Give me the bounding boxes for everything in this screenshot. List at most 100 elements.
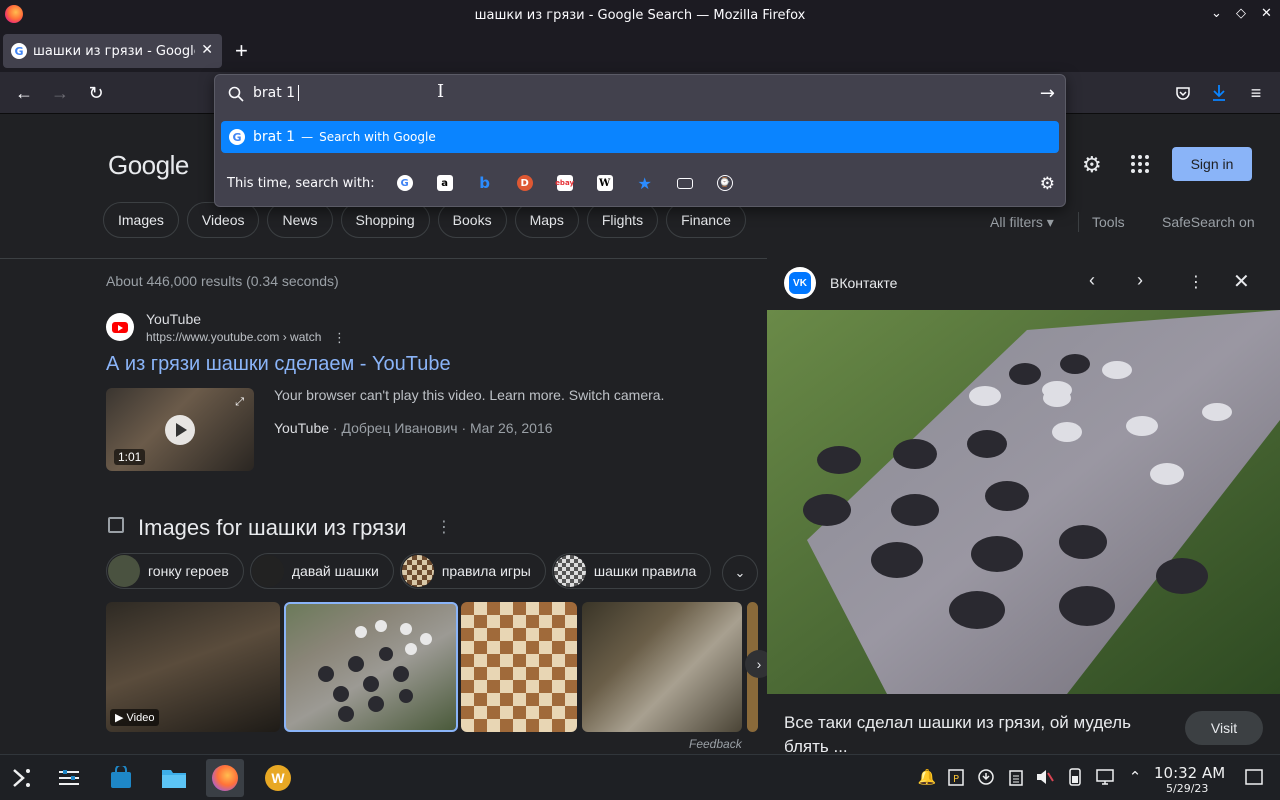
urlbar-input[interactable]: brat 1	[253, 85, 300, 101]
google-logo[interactable]: Google	[108, 150, 189, 181]
close-icon[interactable]: ✕	[1233, 269, 1250, 294]
image-chip[interactable]: шашки правила	[551, 553, 712, 589]
device-icon[interactable]	[1066, 768, 1084, 786]
video-duration: 1:01	[114, 449, 146, 465]
engines-label: This time, search with:	[227, 175, 375, 191]
video-thumbnail[interactable]: ⤢ 1:01	[106, 388, 254, 471]
image-chip[interactable]: гонку героев	[106, 553, 244, 589]
google-results-page: Google ⚙ Sign in Images Videos News Shop…	[0, 114, 1280, 756]
image-result[interactable]	[582, 602, 742, 732]
chip-flights[interactable]: Flights	[586, 202, 659, 238]
chip-books[interactable]: Books	[437, 202, 507, 238]
downloads-icon[interactable]	[1207, 81, 1231, 105]
tab-close-icon[interactable]: ✕	[201, 42, 213, 58]
bookmarks-icon[interactable]: ★	[637, 174, 653, 193]
reload-icon[interactable]: ↻	[84, 81, 108, 105]
chip-thumbnail	[108, 555, 140, 587]
result-title-link[interactable]: А из грязи шашки сделаем - YouTube	[106, 353, 451, 376]
urlbar[interactable]: brat 1 I →	[215, 75, 1065, 113]
pocket-icon[interactable]	[1171, 81, 1195, 105]
chip-maps[interactable]: Maps	[514, 202, 579, 238]
tab-google-search[interactable]: G шашки из грязи - Google ✕	[3, 34, 222, 68]
chevron-left-icon[interactable]: ‹	[1089, 270, 1095, 291]
forward-icon[interactable]: →	[48, 81, 72, 105]
new-tab-button[interactable]: +	[235, 38, 248, 64]
duckduckgo-icon[interactable]: D	[516, 175, 533, 191]
minimize-icon[interactable]: ⌄	[1211, 6, 1222, 21]
clock-time[interactable]: 10:32 AM	[1154, 764, 1225, 782]
maximize-icon[interactable]: ◇	[1236, 6, 1246, 21]
menu-icon[interactable]: ≡	[1244, 81, 1268, 105]
update-icon[interactable]	[977, 768, 995, 786]
sign-in-button[interactable]: Sign in	[1172, 147, 1252, 181]
text-cursor-icon: I	[437, 81, 445, 102]
chip-images[interactable]: Images	[103, 202, 179, 238]
images-heading[interactable]: Images for шашки из грязи	[138, 515, 406, 541]
more-options-icon[interactable]: ⋮	[333, 330, 346, 346]
chip-finance[interactable]: Finance	[666, 202, 746, 238]
app-launcher-icon[interactable]	[3, 759, 41, 797]
file-manager-icon[interactable]	[155, 759, 193, 797]
chip-news[interactable]: News	[267, 202, 333, 238]
feedback-link[interactable]: Feedback	[689, 737, 742, 751]
chevron-down-icon[interactable]: ⌄	[722, 555, 758, 591]
discover-store-icon[interactable]	[102, 759, 140, 797]
wps-office-icon[interactable]: W	[259, 759, 297, 797]
chevron-up-icon[interactable]: ⌃	[1126, 768, 1144, 786]
search-filter-chips: Images Videos News Shopping Books Maps F…	[103, 202, 754, 238]
image-result[interactable]	[461, 602, 577, 732]
result-site-name[interactable]: YouTube	[146, 311, 201, 327]
image-icon	[108, 517, 124, 533]
image-chip[interactable]: давай шашки	[249, 553, 394, 589]
clock-date[interactable]: 5/29/23	[1166, 782, 1208, 795]
volume-muted-icon[interactable]	[1036, 768, 1054, 786]
image-suggestion-chips: гонку героев давай шашки правила игры ша…	[106, 553, 717, 589]
play-icon	[165, 415, 195, 445]
go-arrow-icon[interactable]: →	[1040, 83, 1055, 104]
search-suggestion[interactable]: G brat 1 — Search with Google	[221, 121, 1059, 153]
search-settings-icon[interactable]: ⚙	[1040, 174, 1055, 194]
firefox-taskbar-icon[interactable]	[206, 759, 244, 797]
preview-image[interactable]	[767, 310, 1280, 694]
more-options-icon[interactable]: ⋮	[1188, 272, 1204, 292]
tools-button[interactable]: Tools	[1092, 214, 1125, 230]
suggestion-text: brat 1	[253, 129, 296, 145]
result-snippet: Your browser can't play this video. Lear…	[274, 387, 665, 403]
google-icon: G	[229, 129, 245, 145]
apps-grid-icon[interactable]	[1130, 154, 1150, 174]
google-icon[interactable]: G	[396, 175, 413, 191]
result-url[interactable]: https://www.youtube.com › watch	[146, 330, 321, 344]
youtube-icon	[106, 313, 134, 341]
network-icon[interactable]	[1096, 768, 1114, 786]
clipboard-p-icon[interactable]: P	[947, 768, 965, 786]
show-desktop-icon[interactable]	[1244, 768, 1264, 786]
dropdown-arrow-icon: ▾	[1046, 214, 1054, 230]
image-chip[interactable]: правила игры	[399, 553, 546, 589]
amazon-icon[interactable]: a	[436, 175, 453, 191]
clipboard-icon[interactable]	[1007, 768, 1025, 786]
system-settings-icon[interactable]	[50, 759, 88, 797]
chip-shopping[interactable]: Shopping	[340, 202, 430, 238]
chevron-right-icon[interactable]: ›	[1137, 270, 1143, 291]
close-window-icon[interactable]: ✕	[1261, 6, 1272, 21]
settings-gear-icon[interactable]: ⚙	[1082, 152, 1106, 177]
ebay-icon[interactable]: ebay	[555, 175, 574, 191]
notifications-icon[interactable]: 🔔	[918, 768, 937, 786]
preview-caption[interactable]: Все таки сделал шашки из грязи, ой мудел…	[784, 711, 1164, 759]
image-result[interactable]: ▶ Video	[106, 602, 280, 732]
vk-logo-icon: VK	[784, 267, 816, 299]
back-icon[interactable]: ←	[12, 81, 36, 105]
all-filters-button[interactable]: All filters ▾	[990, 214, 1054, 231]
safesearch-button[interactable]: SafeSearch on	[1162, 214, 1255, 230]
more-options-icon[interactable]: ⋮	[436, 517, 452, 537]
bing-icon[interactable]: b	[477, 174, 493, 192]
preview-source[interactable]: ВКонтакте	[830, 275, 897, 291]
history-icon[interactable]: ⌚	[716, 175, 733, 191]
wikipedia-icon[interactable]: W	[596, 175, 613, 191]
tabs-icon[interactable]	[676, 177, 693, 189]
tab-title: шашки из грязи - Google	[33, 43, 195, 59]
chip-videos[interactable]: Videos	[186, 202, 260, 238]
firefox-icon	[5, 5, 23, 23]
visit-button[interactable]: Visit	[1185, 711, 1263, 745]
image-result-selected[interactable]	[284, 602, 458, 732]
